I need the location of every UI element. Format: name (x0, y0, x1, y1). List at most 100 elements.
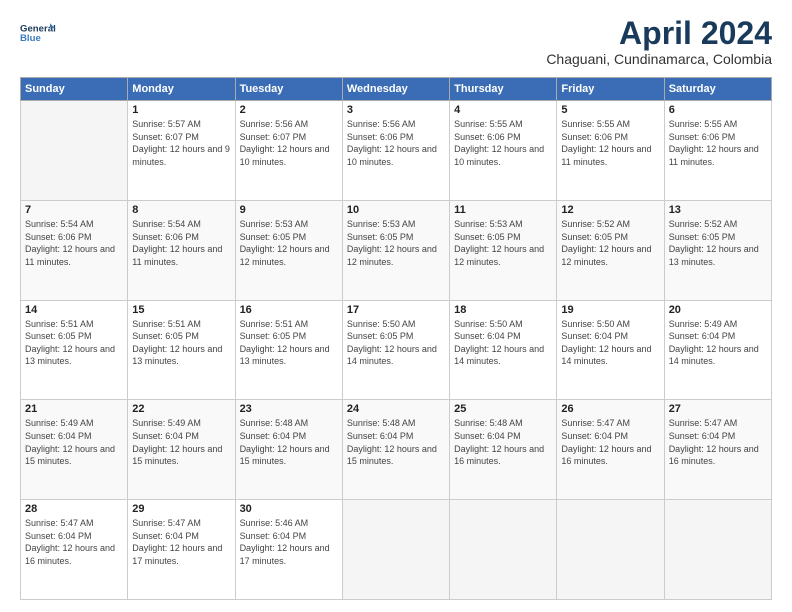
day-number: 23 (240, 403, 338, 415)
day-info: Sunrise: 5:46 AMSunset: 6:04 PMDaylight:… (240, 518, 330, 566)
day-number: 14 (25, 304, 123, 316)
calendar-cell: 1 Sunrise: 5:57 AMSunset: 6:07 PMDayligh… (128, 101, 235, 201)
page: General Blue April 2024 Chaguani, Cundin… (0, 0, 792, 612)
day-number: 6 (669, 104, 767, 116)
svg-text:Blue: Blue (20, 33, 41, 44)
weekday-header-wednesday: Wednesday (342, 78, 449, 101)
calendar-cell: 17 Sunrise: 5:50 AMSunset: 6:05 PMDaylig… (342, 300, 449, 400)
day-info: Sunrise: 5:48 AMSunset: 6:04 PMDaylight:… (240, 418, 330, 466)
day-info: Sunrise: 5:54 AMSunset: 6:06 PMDaylight:… (25, 219, 115, 267)
calendar-cell (342, 500, 449, 600)
month-title: April 2024 (546, 16, 772, 51)
logo: General Blue (20, 16, 56, 52)
calendar-cell: 29 Sunrise: 5:47 AMSunset: 6:04 PMDaylig… (128, 500, 235, 600)
calendar-cell: 19 Sunrise: 5:50 AMSunset: 6:04 PMDaylig… (557, 300, 664, 400)
calendar-cell: 8 Sunrise: 5:54 AMSunset: 6:06 PMDayligh… (128, 200, 235, 300)
day-number: 27 (669, 403, 767, 415)
calendar-cell: 6 Sunrise: 5:55 AMSunset: 6:06 PMDayligh… (664, 101, 771, 201)
day-number: 2 (240, 104, 338, 116)
calendar-cell: 14 Sunrise: 5:51 AMSunset: 6:05 PMDaylig… (21, 300, 128, 400)
day-number: 11 (454, 204, 552, 216)
day-info: Sunrise: 5:52 AMSunset: 6:05 PMDaylight:… (561, 219, 651, 267)
day-info: Sunrise: 5:50 AMSunset: 6:04 PMDaylight:… (561, 319, 651, 367)
calendar-cell: 28 Sunrise: 5:47 AMSunset: 6:04 PMDaylig… (21, 500, 128, 600)
day-number: 22 (132, 403, 230, 415)
day-info: Sunrise: 5:47 AMSunset: 6:04 PMDaylight:… (132, 518, 222, 566)
calendar-cell: 26 Sunrise: 5:47 AMSunset: 6:04 PMDaylig… (557, 400, 664, 500)
calendar-cell (450, 500, 557, 600)
day-number: 7 (25, 204, 123, 216)
day-number: 10 (347, 204, 445, 216)
header: General Blue April 2024 Chaguani, Cundin… (20, 16, 772, 67)
calendar-table: SundayMondayTuesdayWednesdayThursdayFrid… (20, 77, 772, 600)
location-title: Chaguani, Cundinamarca, Colombia (546, 51, 772, 67)
calendar-cell: 24 Sunrise: 5:48 AMSunset: 6:04 PMDaylig… (342, 400, 449, 500)
day-info: Sunrise: 5:52 AMSunset: 6:05 PMDaylight:… (669, 219, 759, 267)
calendar-cell: 20 Sunrise: 5:49 AMSunset: 6:04 PMDaylig… (664, 300, 771, 400)
day-number: 5 (561, 104, 659, 116)
day-info: Sunrise: 5:53 AMSunset: 6:05 PMDaylight:… (454, 219, 544, 267)
day-info: Sunrise: 5:53 AMSunset: 6:05 PMDaylight:… (240, 219, 330, 267)
weekday-header-thursday: Thursday (450, 78, 557, 101)
day-info: Sunrise: 5:54 AMSunset: 6:06 PMDaylight:… (132, 219, 222, 267)
day-number: 4 (454, 104, 552, 116)
weekday-header-saturday: Saturday (664, 78, 771, 101)
day-info: Sunrise: 5:51 AMSunset: 6:05 PMDaylight:… (25, 319, 115, 367)
calendar-cell: 15 Sunrise: 5:51 AMSunset: 6:05 PMDaylig… (128, 300, 235, 400)
calendar-cell (21, 101, 128, 201)
day-number: 29 (132, 503, 230, 515)
day-number: 3 (347, 104, 445, 116)
calendar-cell: 10 Sunrise: 5:53 AMSunset: 6:05 PMDaylig… (342, 200, 449, 300)
day-info: Sunrise: 5:47 AMSunset: 6:04 PMDaylight:… (25, 518, 115, 566)
day-info: Sunrise: 5:49 AMSunset: 6:04 PMDaylight:… (669, 319, 759, 367)
day-info: Sunrise: 5:56 AMSunset: 6:07 PMDaylight:… (240, 119, 330, 167)
calendar-cell: 25 Sunrise: 5:48 AMSunset: 6:04 PMDaylig… (450, 400, 557, 500)
calendar-cell: 4 Sunrise: 5:55 AMSunset: 6:06 PMDayligh… (450, 101, 557, 201)
calendar-cell: 30 Sunrise: 5:46 AMSunset: 6:04 PMDaylig… (235, 500, 342, 600)
calendar-cell: 21 Sunrise: 5:49 AMSunset: 6:04 PMDaylig… (21, 400, 128, 500)
day-number: 21 (25, 403, 123, 415)
title-block: April 2024 Chaguani, Cundinamarca, Colom… (546, 16, 772, 67)
day-number: 12 (561, 204, 659, 216)
day-number: 30 (240, 503, 338, 515)
day-number: 18 (454, 304, 552, 316)
logo-svg: General Blue (20, 16, 56, 52)
calendar-cell: 22 Sunrise: 5:49 AMSunset: 6:04 PMDaylig… (128, 400, 235, 500)
calendar-cell: 5 Sunrise: 5:55 AMSunset: 6:06 PMDayligh… (557, 101, 664, 201)
calendar-cell: 18 Sunrise: 5:50 AMSunset: 6:04 PMDaylig… (450, 300, 557, 400)
calendar-cell: 12 Sunrise: 5:52 AMSunset: 6:05 PMDaylig… (557, 200, 664, 300)
day-info: Sunrise: 5:48 AMSunset: 6:04 PMDaylight:… (454, 418, 544, 466)
day-number: 13 (669, 204, 767, 216)
day-number: 28 (25, 503, 123, 515)
calendar-cell: 11 Sunrise: 5:53 AMSunset: 6:05 PMDaylig… (450, 200, 557, 300)
calendar-cell (664, 500, 771, 600)
day-info: Sunrise: 5:50 AMSunset: 6:05 PMDaylight:… (347, 319, 437, 367)
day-info: Sunrise: 5:51 AMSunset: 6:05 PMDaylight:… (240, 319, 330, 367)
weekday-header-friday: Friday (557, 78, 664, 101)
day-number: 16 (240, 304, 338, 316)
calendar-cell: 23 Sunrise: 5:48 AMSunset: 6:04 PMDaylig… (235, 400, 342, 500)
day-info: Sunrise: 5:53 AMSunset: 6:05 PMDaylight:… (347, 219, 437, 267)
calendar-cell: 9 Sunrise: 5:53 AMSunset: 6:05 PMDayligh… (235, 200, 342, 300)
calendar-cell: 3 Sunrise: 5:56 AMSunset: 6:06 PMDayligh… (342, 101, 449, 201)
day-info: Sunrise: 5:47 AMSunset: 6:04 PMDaylight:… (561, 418, 651, 466)
day-info: Sunrise: 5:50 AMSunset: 6:04 PMDaylight:… (454, 319, 544, 367)
calendar-cell: 2 Sunrise: 5:56 AMSunset: 6:07 PMDayligh… (235, 101, 342, 201)
calendar-cell: 16 Sunrise: 5:51 AMSunset: 6:05 PMDaylig… (235, 300, 342, 400)
day-number: 20 (669, 304, 767, 316)
day-info: Sunrise: 5:49 AMSunset: 6:04 PMDaylight:… (25, 418, 115, 466)
day-info: Sunrise: 5:55 AMSunset: 6:06 PMDaylight:… (561, 119, 651, 167)
day-info: Sunrise: 5:47 AMSunset: 6:04 PMDaylight:… (669, 418, 759, 466)
day-info: Sunrise: 5:55 AMSunset: 6:06 PMDaylight:… (669, 119, 759, 167)
day-number: 1 (132, 104, 230, 116)
day-number: 8 (132, 204, 230, 216)
day-number: 17 (347, 304, 445, 316)
calendar-cell: 27 Sunrise: 5:47 AMSunset: 6:04 PMDaylig… (664, 400, 771, 500)
day-number: 15 (132, 304, 230, 316)
calendar-cell (557, 500, 664, 600)
day-info: Sunrise: 5:51 AMSunset: 6:05 PMDaylight:… (132, 319, 222, 367)
weekday-header-monday: Monday (128, 78, 235, 101)
day-number: 9 (240, 204, 338, 216)
day-info: Sunrise: 5:48 AMSunset: 6:04 PMDaylight:… (347, 418, 437, 466)
day-number: 24 (347, 403, 445, 415)
